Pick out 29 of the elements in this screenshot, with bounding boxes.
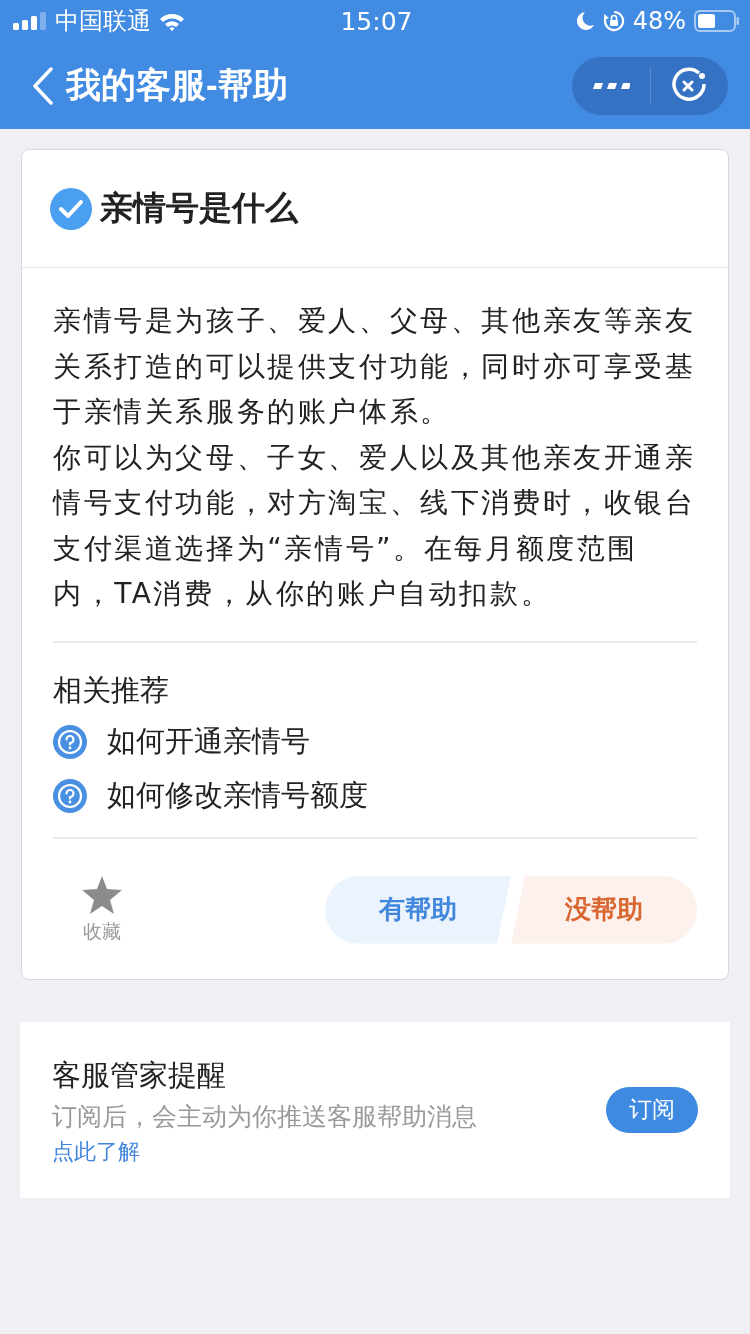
rotation-lock-icon [602, 10, 625, 32]
question-icon [53, 724, 87, 759]
not-helpful-button[interactable]: 没帮助 [511, 875, 697, 944]
moon-icon [576, 11, 595, 31]
more-icon [591, 80, 630, 91]
article-title: 亲情号是什么 [100, 187, 298, 229]
page-title: 我的客服-帮助 [66, 64, 288, 106]
related-link[interactable]: 如何开通亲情号 [107, 721, 310, 762]
battery-icon [694, 10, 740, 32]
subscribe-button[interactable]: 订阅 [606, 1086, 698, 1133]
back-button[interactable]: 我的客服-帮助 [32, 62, 288, 109]
related-link[interactable]: 如何修改亲情号额度 [107, 775, 368, 816]
question-icon [53, 778, 87, 813]
star-icon [81, 874, 123, 915]
back-icon [32, 66, 54, 105]
reminder-description: 订阅后，会主动为你推送客服帮助消息 [52, 1100, 477, 1133]
signal-icon [13, 12, 47, 30]
favorite-button[interactable]: 收藏 [81, 874, 123, 945]
battery-percent: 48% [632, 7, 686, 35]
reminder-title: 客服管家提醒 [52, 1056, 227, 1094]
helpful-button[interactable]: 有帮助 [325, 875, 511, 944]
clock-time: 15:07 [340, 6, 413, 36]
article-paragraph: 亲情号是为孩子、爱人、父母、其他亲友等亲友关系打造的可以提供支付功能，同时亦可享受基于亲情关系服务的账户体系。 [53, 303, 697, 430]
article-paragraph: 你可以为父母、子女、爱人以及其他亲友开通亲情号支付功能，对方淘宝、线下消费时，收银台支付渠道选择为“亲情号”。在每月额度范围内，TA消费，从你的账户自动扣款。 [53, 439, 697, 612]
learn-more-link[interactable]: 点此了解 [52, 1136, 477, 1167]
related-heading: 相关推荐 [53, 671, 170, 709]
check-icon [50, 187, 92, 230]
wifi-icon [159, 11, 185, 31]
carrier-name: 中国联通 [55, 6, 151, 37]
